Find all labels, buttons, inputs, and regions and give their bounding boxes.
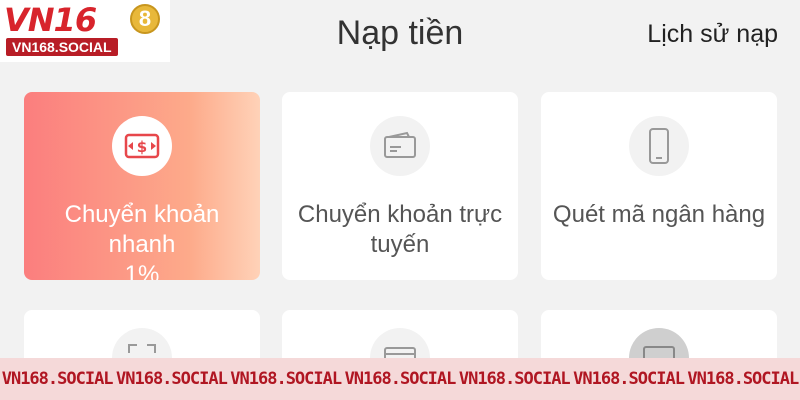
phone-icon [629, 116, 689, 176]
method-label: Chuyển khoản nhanh 1% [64, 201, 220, 280]
watermark-text: VN168.SOCIAL [230, 369, 342, 389]
money-transfer-icon: $ [112, 116, 172, 176]
watermark-banner: VN168.SOCIAL VN168.SOCIAL VN168.SOCIAL V… [0, 358, 800, 400]
watermark-text: VN168.SOCIAL [573, 369, 685, 389]
method-card-fast-transfer[interactable]: $ Chuyển khoản nhanh 1% [24, 92, 260, 280]
header: VN16 8 VN168.SOCIAL Nạp tiền Lịch sử nạp [0, 0, 800, 78]
deposit-history-link[interactable]: Lịch sử nạp [647, 20, 778, 49]
method-label: Quét mã ngân hàng [552, 201, 766, 228]
watermark-text: VN168.SOCIAL [344, 369, 457, 389]
watermark-text: VN168.SOCIAL [687, 369, 799, 389]
watermark-text: VN168.SOCIAL [458, 369, 571, 389]
watermark-text: VN168.SOCIAL [116, 369, 228, 389]
method-card-bank-qr[interactable]: Quét mã ngân hàng [541, 92, 777, 280]
method-card-online-transfer[interactable]: Chuyển khoản trực tuyến [282, 92, 518, 280]
wallet-icon [370, 116, 430, 176]
watermark-text: VN168.SOCIAL [1, 369, 114, 389]
method-label: Chuyển khoản trực tuyến [297, 201, 503, 258]
svg-text:$: $ [137, 138, 147, 156]
